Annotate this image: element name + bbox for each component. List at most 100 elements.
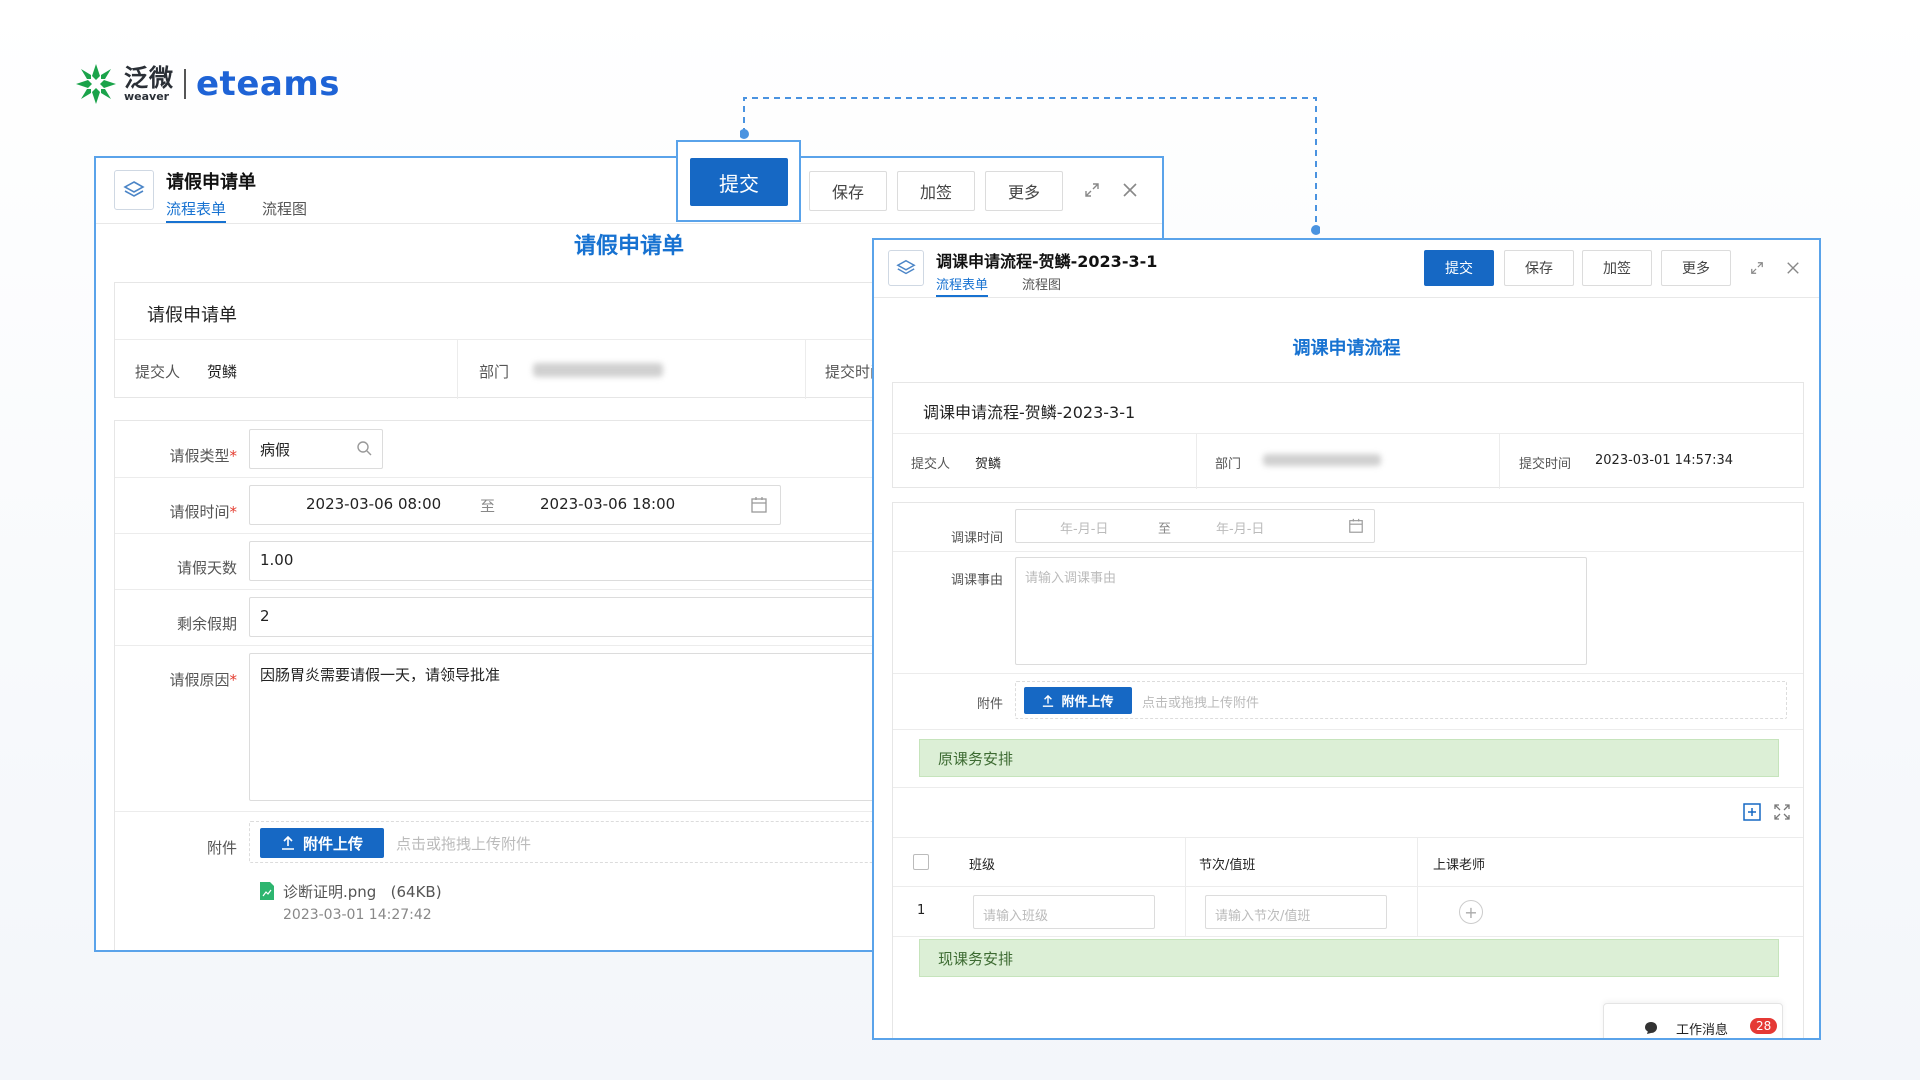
leave-type-label: 请假类型* <box>169 447 237 465</box>
leave-days-value: 1.00 <box>260 551 294 569</box>
submit-time-value: 2023-03-01 14:57:34 <box>1595 453 1734 468</box>
more-button[interactable]: 更多 <box>1661 250 1731 286</box>
upload-button[interactable]: 附件上传 <box>1024 687 1132 714</box>
leave-days-label: 请假天数 <box>176 559 237 577</box>
form-title: 调课申请流程 <box>1292 338 1401 359</box>
form-header-card: 调课申请流程-贺鳞-2023-3-1 提交人 贺鳞 部门 提交时间 2023-0… <box>892 382 1804 489</box>
image-file-icon <box>259 881 275 905</box>
file-upload-time: 2023-03-01 14:27:42 <box>283 907 432 923</box>
attachment-label: 附件 <box>206 839 237 857</box>
work-messages-label: 工作消息 <box>1676 1023 1729 1038</box>
select-all-checkbox[interactable] <box>913 854 929 870</box>
leave-time-range[interactable]: 2023-03-06 08:00 至 2023-03-06 18:00 <box>249 485 781 525</box>
more-button[interactable]: 更多 <box>985 171 1063 211</box>
section-current-schedule: 现课务安排 <box>919 939 1779 977</box>
expand-icon[interactable] <box>1744 255 1770 281</box>
logo-divider <box>184 69 186 99</box>
save-button[interactable]: 保存 <box>1504 250 1574 286</box>
calendar-icon <box>750 496 768 518</box>
leave-end-value: 2023-03-06 18:00 <box>540 495 676 513</box>
leave-time-label: 请假时间* <box>169 503 237 521</box>
upload-button[interactable]: 附件上传 <box>260 828 384 858</box>
add-row-icon[interactable] <box>1743 803 1761 825</box>
upload-icon <box>1043 694 1054 707</box>
submit-button[interactable]: 提交 <box>690 158 788 206</box>
attached-file[interactable]: 诊断证明.png (64KB) <box>283 881 442 902</box>
course-time-range[interactable]: 年-月-日 至 年-月-日 <box>1015 509 1375 543</box>
close-icon[interactable] <box>1780 255 1806 281</box>
class-input[interactable]: 请输入班级 <box>973 895 1155 929</box>
class-placeholder: 请输入班级 <box>983 909 1049 924</box>
course-reason-label: 调课事由 <box>950 573 1003 588</box>
leave-type-select[interactable]: 病假 <box>249 429 383 469</box>
submit-button[interactable]: 提交 <box>1424 250 1494 286</box>
leave-reason-value: 因肠胃炎需要请假一天，请领导批准 <box>260 666 501 684</box>
form-body-card: 调课时间 年-月-日 至 年-月-日 调课事由 请输入调课事由 附件 附件上传 … <box>892 502 1804 1038</box>
window-header: 请假申请单 流程表单 流程图 保存 加签 更多 <box>96 158 1162 224</box>
tab-flow-chart[interactable]: 流程图 <box>262 198 307 219</box>
file-name: 诊断证明.png <box>283 883 377 901</box>
row-index: 1 <box>917 903 926 918</box>
period-placeholder: 请输入节次/值班 <box>1215 909 1311 924</box>
submitter-value: 贺鳞 <box>207 363 238 381</box>
layers-icon <box>888 250 924 286</box>
tab-process-form[interactable]: 流程表单 <box>936 274 989 297</box>
leave-start-value: 2023-03-06 08:00 <box>306 495 442 513</box>
department-label: 部门 <box>479 363 510 381</box>
save-button[interactable]: 保存 <box>809 171 887 211</box>
remaining-leave-label: 剩余假期 <box>176 615 237 633</box>
course-reason-textarea[interactable]: 请输入调课事由 <box>1015 557 1587 665</box>
countersign-button[interactable]: 加签 <box>1582 250 1652 286</box>
submitter-label: 提交人 <box>135 363 181 381</box>
tab-process-form[interactable]: 流程表单 <box>166 198 227 223</box>
card-title: 请假申请单 <box>147 305 237 326</box>
countersign-button[interactable]: 加签 <box>897 171 975 211</box>
table-header: 班级 节次/值班 上课老师 <box>893 837 1803 888</box>
attachment-label: 附件 <box>976 697 1003 712</box>
submitter-label: 提交人 <box>911 457 951 472</box>
course-reason-placeholder: 请输入调课事由 <box>1025 571 1117 586</box>
logo-text-cn: 泛微 weaver <box>124 66 174 102</box>
section-original-schedule: 原课务安排 <box>919 739 1779 777</box>
logo-en-small: weaver <box>124 90 170 103</box>
table-row: 1 请输入班级 请输入节次/值班 + <box>893 887 1803 937</box>
column-header-teacher: 上课老师 <box>1433 858 1486 873</box>
expand-icon[interactable] <box>1078 176 1106 204</box>
window-title: 请假申请单 <box>166 172 256 193</box>
add-teacher-icon[interactable]: + <box>1459 900 1483 924</box>
column-header-period: 节次/值班 <box>1199 858 1256 873</box>
close-icon[interactable] <box>1116 176 1144 204</box>
course-time-label: 调课时间 <box>950 531 1003 546</box>
course-change-window: 调课申请流程-贺鳞-2023-3-1 流程表单 流程图 提交 保存 加签 更多 … <box>872 238 1821 1040</box>
leave-type-value: 病假 <box>260 441 291 459</box>
upload-button-label: 附件上传 <box>302 834 363 853</box>
brand-logo: 泛微 weaver eteams <box>72 56 340 112</box>
department-value-redacted <box>533 363 663 377</box>
column-header-class: 班级 <box>969 858 996 873</box>
work-messages-widget[interactable]: 工作消息 28 <box>1603 1003 1783 1038</box>
end-date-placeholder: 年-月-日 <box>1216 522 1265 537</box>
tab-flow-chart[interactable]: 流程图 <box>1022 274 1061 293</box>
submit-time-label: 提交时间 <box>1519 457 1572 472</box>
file-size: (64KB) <box>390 883 442 901</box>
upload-button-label: 附件上传 <box>1061 695 1114 710</box>
submit-callout: 提交 <box>676 140 801 222</box>
attachment-dropzone[interactable]: 附件上传 点击或拖拽上传附件 <box>1015 681 1787 719</box>
card-title: 调课申请流程-贺鳞-2023-3-1 <box>923 403 1136 422</box>
department-value-redacted <box>1263 454 1381 466</box>
logo-product-name: eteams <box>196 64 340 104</box>
period-input[interactable]: 请输入节次/值班 <box>1205 895 1387 929</box>
range-separator: 至 <box>480 497 496 515</box>
submitter-value: 贺鳞 <box>975 457 1002 472</box>
unread-count-badge: 28 <box>1750 1018 1778 1034</box>
window-title: 调课申请流程-贺鳞-2023-3-1 <box>936 252 1158 271</box>
upload-hint: 点击或拖拽上传附件 <box>1142 696 1260 711</box>
upload-hint: 点击或拖拽上传附件 <box>396 835 532 853</box>
fullscreen-icon[interactable] <box>1773 803 1791 825</box>
layers-icon <box>114 170 154 210</box>
search-icon <box>356 440 372 460</box>
start-date-placeholder: 年-月-日 <box>1060 522 1109 537</box>
window-header: 调课申请流程-贺鳞-2023-3-1 流程表单 流程图 提交 保存 加签 更多 <box>874 240 1819 298</box>
leave-reason-label: 请假原因* <box>169 671 237 689</box>
logo-cn-name: 泛微 <box>124 64 174 92</box>
